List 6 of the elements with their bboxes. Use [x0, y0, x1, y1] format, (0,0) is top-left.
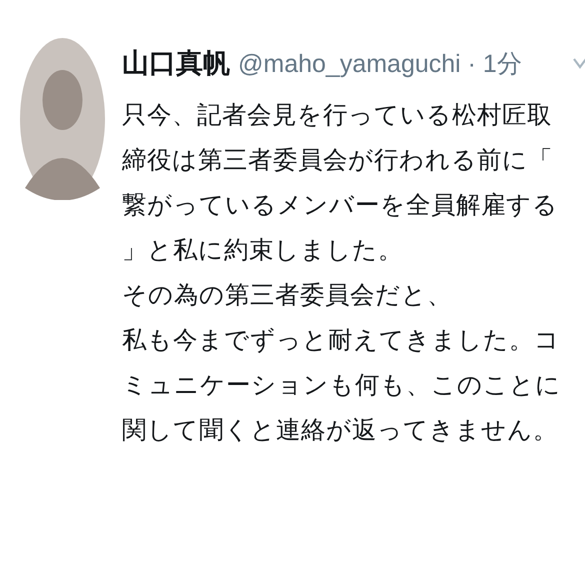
caret-icon[interactable] — [572, 57, 585, 69]
author-name: 山口真帆 — [122, 47, 230, 81]
tweet-text: その為の第三者委員会だと、 — [122, 279, 453, 311]
tweet-meta: @maho_yamaguchi · 1分 — [238, 48, 522, 80]
tweet-text: 只今、記者会見を行っている松村匠取締役は第三者委員会が行われる前に「繋がっているメンバーを全員解雇する」と私に約束しました。 — [122, 99, 559, 266]
tweet-text: 私も今までずっと耐えてきました。コミュニケーションも何も、このことに関して聞くと連絡が返ってきません。 — [122, 324, 562, 446]
